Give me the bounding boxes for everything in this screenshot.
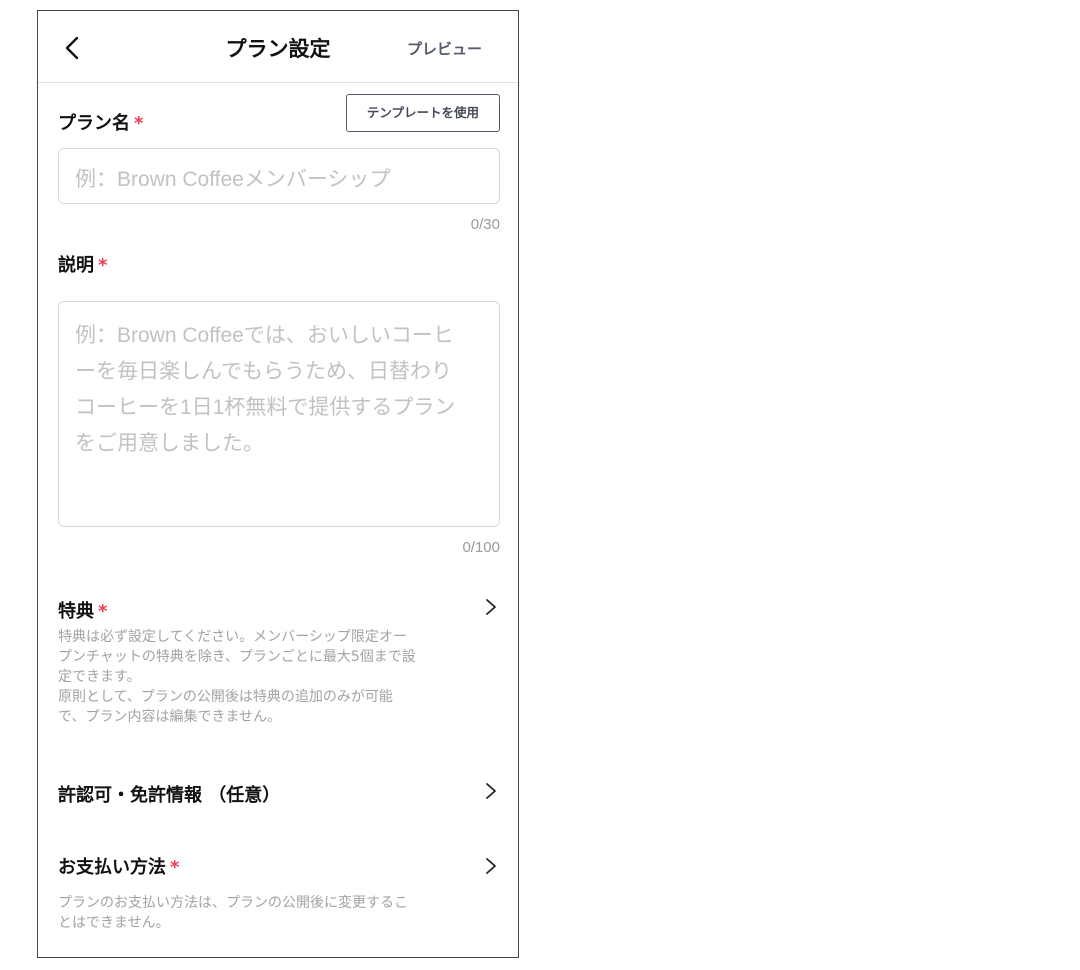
plan-name-placeholder: 例：Brown Coffeeメンバーシップ <box>75 168 391 191</box>
benefits-note: 特典は必ず設定してください。メンバーシップ限定オー プンチャットの特典を除き、プ… <box>58 627 488 727</box>
benefits-chevron[interactable] <box>484 597 498 617</box>
license-title: 許認可・免許情報 （任意） <box>58 785 281 806</box>
payment-chevron[interactable] <box>484 856 498 876</box>
header-bar: プラン設定 プレビュー <box>38 11 518 83</box>
note-line: で、プラン内容は編集できません。 <box>58 709 282 725</box>
benefits-title: 特典 * <box>58 597 107 623</box>
payment-note: プランのお支払い方法は、プランの公開後に変更するこ とはできません。 <box>58 893 488 933</box>
note-line: 特典は必ず設定してください。メンバーシップ限定オー <box>58 629 407 645</box>
description-label-text: 説明 <box>58 255 94 276</box>
plan-name-input[interactable]: 例：Brown Coffeeメンバーシップ <box>58 148 500 204</box>
plan-name-counter: 0/30 <box>470 216 500 233</box>
description-textarea[interactable]: 例：Brown Coffeeでは、おいしいコーヒ ーを毎日楽しんでもらうため、日… <box>58 301 500 527</box>
benefits-title-text: 特典 <box>58 601 94 622</box>
chevron-left-icon <box>65 36 79 60</box>
required-mark: * <box>98 255 108 276</box>
plan-name-label: プラン名 * <box>58 109 143 135</box>
required-mark: * <box>134 113 144 134</box>
description-counter: 0/100 <box>462 539 500 556</box>
description-label: 説明 * <box>58 251 107 277</box>
note-line: プンチャットの特典を除き、プランごとに最大5個まで設 <box>58 649 416 665</box>
description-placeholder: 例：Brown Coffeeでは、おいしいコーヒ ーを毎日楽しんでもらうため、日… <box>75 318 455 462</box>
preview-button[interactable]: プレビュー <box>407 38 482 59</box>
note-line: プランのお支払い方法は、プランの公開後に変更するこ <box>58 895 408 911</box>
chevron-right-icon <box>486 599 496 615</box>
benefits-row[interactable] <box>38 589 518 625</box>
note-line: 定できます。 <box>58 669 141 685</box>
placeholder-line: コーヒーを1日1杯無料で提供するプラン <box>75 396 456 419</box>
chevron-right-icon <box>486 783 496 799</box>
placeholder-line: 例：Brown Coffeeでは、おいしいコーヒ <box>75 324 454 347</box>
payment-title: お支払い方法 * <box>58 853 179 879</box>
phone-screen: プラン設定 プレビュー プラン名 * テンプレートを使用 例：Brown Coff… <box>37 10 519 958</box>
required-mark: * <box>170 857 180 878</box>
payment-title-text: お支払い方法 <box>58 857 166 878</box>
note-line: とはできません。 <box>58 915 170 931</box>
back-button[interactable] <box>58 31 88 65</box>
use-template-button[interactable]: テンプレートを使用 <box>346 94 500 132</box>
required-mark: * <box>98 601 108 622</box>
placeholder-line: をご用意しました。 <box>75 432 264 455</box>
placeholder-line: ーを毎日楽しんでもらうため、日替わり <box>75 360 452 383</box>
note-line: 原則として、プランの公開後は特典の追加のみが可能 <box>58 689 393 705</box>
license-chevron[interactable] <box>484 781 498 801</box>
chevron-right-icon <box>486 858 496 874</box>
plan-name-label-text: プラン名 <box>58 113 130 134</box>
